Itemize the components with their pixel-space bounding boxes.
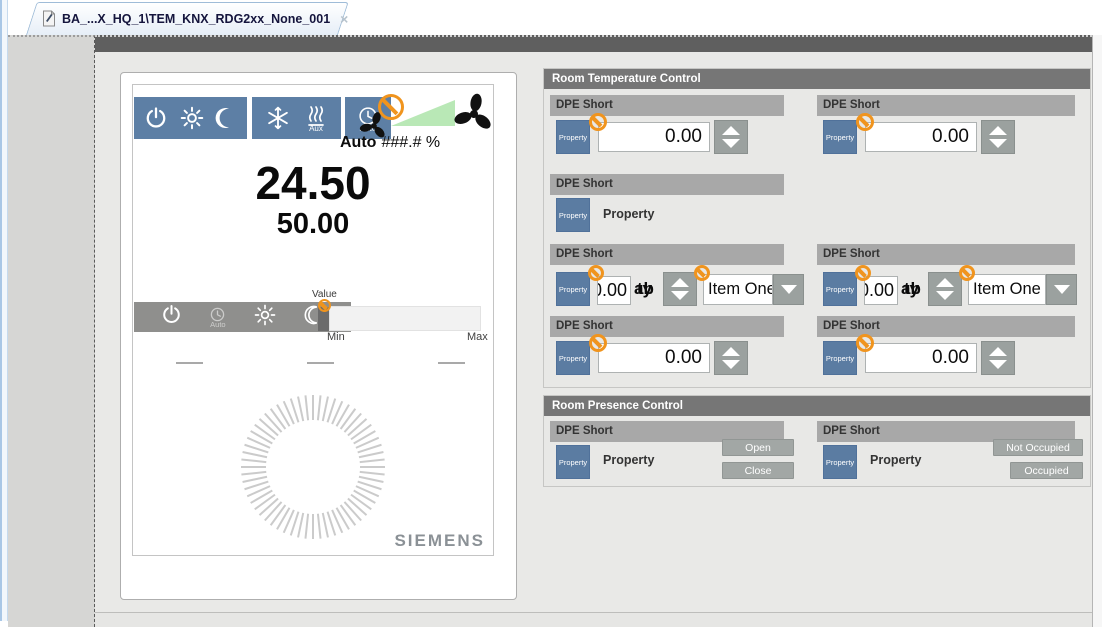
property-button[interactable]: Property: [823, 445, 857, 479]
document-tab[interactable]: BA_...X_HQ_1\TEM_KNX_RDG2xx_None_001 ×: [26, 2, 338, 35]
dpe-short-header: DPE Short: [550, 244, 784, 265]
not-occupied-button[interactable]: Not Occupied: [993, 439, 1083, 456]
power-icon[interactable]: [143, 105, 169, 131]
property-button[interactable]: Property: [823, 341, 857, 375]
slider-track[interactable]: [329, 306, 481, 331]
spinner-buttons[interactable]: [981, 120, 1015, 154]
top-dark-bar: [95, 35, 1092, 52]
forbidden-icon: [959, 265, 975, 281]
dpe-short-header: DPE Short: [817, 244, 1075, 265]
property-label: Property: [603, 453, 654, 467]
value-field-clipped[interactable]: 0.00: [864, 276, 898, 305]
comfort-sun-icon[interactable]: [179, 105, 205, 131]
open-button[interactable]: Open: [722, 439, 794, 456]
tab-close-icon[interactable]: ×: [340, 11, 348, 27]
forbidden-icon: [589, 334, 607, 352]
property-button[interactable]: Property: [556, 198, 590, 232]
group-title: Room Presence Control: [544, 396, 1090, 416]
fan-forbidden-icon: [378, 94, 404, 120]
overlapped-text: abty: [901, 279, 929, 299]
value-field[interactable]: 0.00: [865, 343, 977, 373]
comfort-sun-icon[interactable]: [253, 303, 277, 332]
property-button[interactable]: Property: [823, 272, 857, 306]
fan-large-icon: [452, 92, 496, 141]
property-button[interactable]: Property: [556, 341, 590, 375]
tab-bar: BA_...X_HQ_1\TEM_KNX_RDG2xx_None_001 ×: [0, 0, 1102, 35]
document-icon: [42, 10, 56, 27]
window-left-edge: [0, 0, 8, 621]
combo-box[interactable]: Item One: [703, 274, 773, 305]
fan-auto-label: Auto: [340, 134, 376, 152]
value-field[interactable]: 0.00: [598, 343, 710, 373]
slider-min-label: Min: [327, 331, 345, 343]
value-field-clipped[interactable]: 0.00: [597, 276, 631, 305]
tab-title: BA_...X_HQ_1\TEM_KNX_RDG2xx_None_001: [62, 12, 330, 26]
canvas-bottom-strip: [95, 612, 1092, 627]
spinner-buttons[interactable]: [663, 272, 697, 306]
property-button[interactable]: Property: [556, 120, 590, 154]
spinner-buttons[interactable]: [714, 341, 748, 375]
dpe-short-header: DPE Short: [817, 316, 1075, 337]
room-temperature-value: 24.50: [132, 156, 494, 210]
group-title: Room Temperature Control: [544, 69, 1090, 89]
combo-dropdown-arrow[interactable]: [1046, 274, 1077, 305]
property-button[interactable]: Property: [556, 445, 590, 479]
forbidden-icon: [856, 113, 874, 131]
forbidden-icon: [694, 265, 710, 281]
auto-clock-icon[interactable]: Auto: [209, 306, 226, 328]
property-button[interactable]: Property: [823, 120, 857, 154]
room-temperature-control-group: Room Temperature Control: [543, 68, 1091, 388]
cooling-snowflake-icon[interactable]: [265, 105, 291, 131]
forbidden-icon: [588, 265, 604, 281]
dpe-short-header: DPE Short: [550, 316, 784, 337]
economy-moon-icon[interactable]: [214, 106, 238, 130]
aux-heat-icon[interactable]: Aux: [304, 105, 328, 132]
close-button[interactable]: Close: [722, 462, 794, 479]
occupied-button[interactable]: Occupied: [1010, 462, 1083, 479]
spinner-buttons[interactable]: [928, 272, 962, 306]
overlapped-text: abty: [634, 279, 662, 299]
window-right-edge: [1092, 35, 1102, 627]
slider-max-label: Max: [467, 331, 488, 343]
power-icon[interactable]: [160, 303, 183, 331]
auto-label: Auto: [210, 321, 225, 328]
aux-label: Aux: [309, 125, 323, 132]
combo-box[interactable]: Item One: [968, 274, 1046, 305]
dpe-short-header: DPE Short: [817, 95, 1075, 116]
fan-status-line: Auto ###.# %: [340, 134, 440, 152]
siemens-logo: SIEMENS: [330, 531, 485, 551]
value-field[interactable]: 0.00: [598, 122, 710, 152]
property-button[interactable]: Property: [556, 272, 590, 306]
fan-value-format: ###.# %: [381, 134, 440, 152]
placeholder-dash: [438, 362, 465, 364]
placeholder-dash: [176, 362, 203, 364]
value-field[interactable]: 0.00: [865, 122, 977, 152]
placeholder-dash: [307, 362, 334, 364]
left-panel: [8, 35, 95, 627]
setpoint-dial[interactable]: [233, 387, 393, 547]
property-label: Property: [870, 453, 921, 467]
mode-buttons-power-sun-moon[interactable]: [134, 97, 247, 139]
mode-buttons-cooling-heating[interactable]: Aux: [252, 97, 341, 139]
humidity-value: 50.00: [132, 208, 494, 241]
dpe-short-header: DPE Short: [550, 95, 784, 116]
spinner-buttons[interactable]: [714, 120, 748, 154]
combo-dropdown-arrow[interactable]: [773, 274, 804, 305]
property-label: Property: [603, 207, 654, 221]
forbidden-icon: [856, 334, 874, 352]
spinner-buttons[interactable]: [981, 341, 1015, 375]
forbidden-icon: [589, 113, 607, 131]
slider-forbidden-icon: [318, 299, 331, 312]
forbidden-icon: [855, 265, 871, 281]
dpe-short-header: DPE Short: [550, 174, 784, 195]
